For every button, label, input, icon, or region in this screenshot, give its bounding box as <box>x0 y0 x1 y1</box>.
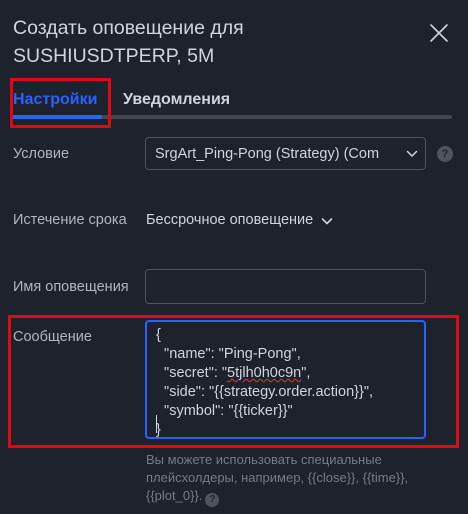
message-line: "side": "{{strategy.order.action}}", <box>156 384 374 400</box>
condition-select-value: SrgArt_Ping-Pong (Strategy) (Com <box>155 146 380 162</box>
message-line: "name": "Ping-Pong", <box>156 346 301 362</box>
condition-select[interactable]: SrgArt_Ping-Pong (Strategy) (Com <box>145 137 426 170</box>
expiration-dropdown[interactable]: Бессрочное оповещение <box>146 210 313 230</box>
dialog-title-line1: Создать оповещение для <box>13 17 244 39</box>
message-line: { <box>156 327 161 343</box>
chevron-down-icon <box>406 150 418 157</box>
message-textarea[interactable]: { "name": "Ping-Pong", "secret": "5tjlh0… <box>145 320 426 439</box>
message-line-part: ", <box>301 365 311 381</box>
create-alert-dialog: Создать оповещение для SUSHIUSDTPERP, 5M… <box>0 0 468 514</box>
help-icon[interactable]: ? <box>437 146 453 162</box>
alert-name-input[interactable] <box>145 269 426 304</box>
placeholder-hint: Вы можете использовать специальные плейс… <box>146 451 446 507</box>
condition-label: Условие <box>13 146 70 162</box>
message-line: "secret": "5tjlh0h0c9n", <box>156 364 310 383</box>
dialog-title-line2: SUSHIUSDTPERP, 5M <box>13 45 215 67</box>
dialog-title: Создать оповещение для SUSHIUSDTPERP, 5M <box>13 14 393 70</box>
expiration-label: Истечение срока <box>13 212 127 228</box>
active-tab-indicator <box>12 115 102 119</box>
message-label: Сообщение <box>13 329 92 345</box>
tab-notifications[interactable]: Уведомления <box>123 90 230 110</box>
alert-name-label: Имя оповещения <box>13 279 129 295</box>
tab-settings[interactable]: Настройки <box>13 90 97 110</box>
close-icon <box>430 24 448 42</box>
tab-bar: Настройки Уведомления <box>10 78 454 128</box>
message-line-part: "secret": " <box>156 365 228 381</box>
message-line: "symbol": "{{ticker}}" <box>156 403 293 419</box>
hint-text: Вы можете использовать специальные плейс… <box>146 452 409 503</box>
chevron-down-icon[interactable] <box>321 217 333 226</box>
help-icon[interactable]: ? <box>205 493 220 507</box>
text-caret <box>156 415 157 433</box>
close-button[interactable] <box>424 18 454 48</box>
secret-value-misspelled: 5tjlh0h0c9n <box>227 365 302 381</box>
